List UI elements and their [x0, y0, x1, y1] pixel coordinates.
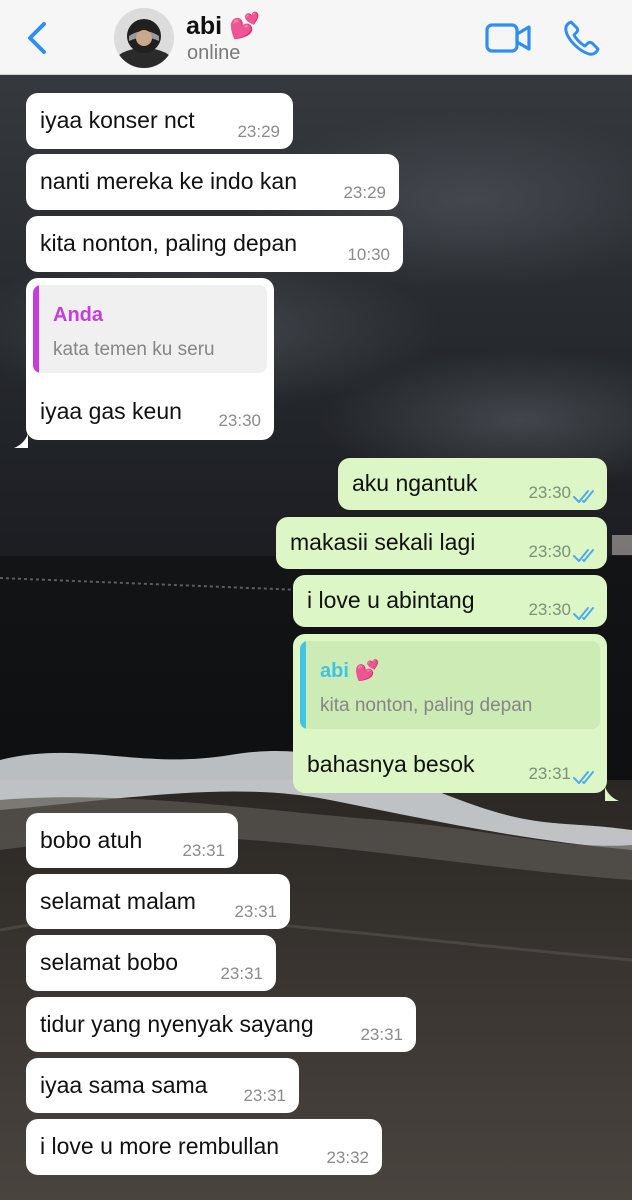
message-timestamp: 23:30	[528, 542, 571, 561]
incoming-message-bubble[interactable]: kita nonton, paling depan 10:30	[26, 216, 403, 272]
quoted-reply[interactable]: abi 💕 kita nonton, paling depan	[300, 641, 600, 729]
incoming-message-bubble[interactable]: i love u more rembullan 23:32	[26, 1119, 382, 1175]
contact-avatar[interactable]	[114, 8, 174, 68]
message-timestamp: 23:30	[218, 411, 261, 430]
message-text: makasii sekali lagi	[290, 529, 476, 555]
message-text: iyaa sama sama	[40, 1072, 208, 1098]
message-timestamp: 23:31	[360, 1025, 403, 1044]
incoming-message-bubble[interactable]: iyaa konser nct 23:29	[26, 93, 293, 149]
video-call-icon[interactable]	[484, 18, 532, 58]
message-text: bahasnya besok	[307, 751, 475, 777]
message-timestamp: 23:31	[182, 841, 225, 860]
quote-author: Anda	[53, 304, 103, 326]
message-text: selamat malam	[40, 888, 196, 914]
message-timestamp: 23:31	[243, 1086, 286, 1105]
message-timestamp: 23:31	[528, 764, 571, 783]
incoming-message-bubble[interactable]: selamat bobo 23:31	[26, 935, 276, 991]
chat-header: abi 💕 online	[0, 0, 632, 75]
message-text: iyaa gas keun	[40, 398, 182, 424]
quote-author: abi 💕	[320, 660, 380, 682]
phone-icon[interactable]	[562, 18, 602, 58]
message-timestamp: 23:30	[528, 600, 571, 619]
message-timestamp: 23:31	[234, 902, 277, 921]
back-chevron-icon[interactable]	[18, 18, 58, 58]
double-check-icon	[573, 541, 599, 562]
message-timestamp: 23:30	[528, 483, 571, 502]
message-timestamp: 23:32	[326, 1148, 369, 1167]
incoming-message-bubble[interactable]: selamat malam 23:31	[26, 874, 290, 929]
bubble-tail	[14, 426, 28, 448]
quoted-reply[interactable]: Anda kata temen ku seru	[33, 285, 267, 373]
incoming-message-bubble[interactable]: tidur yang nyenyak sayang 23:31	[26, 997, 416, 1052]
outgoing-message-bubble[interactable]: abi 💕 kita nonton, paling depan bahasnya b…	[293, 634, 619, 801]
message-timestamp: 23:29	[343, 183, 386, 202]
message-list: iyaa konser nct 23:29 nanti mereka ke indo…	[0, 0, 632, 1200]
message-text: i love u abintang	[307, 587, 475, 613]
message-text: tidur yang nyenyak sayang	[40, 1011, 314, 1037]
message-text: selamat bobo	[40, 949, 179, 975]
message-text: iyaa konser nct	[40, 107, 195, 133]
message-text: bobo atuh	[40, 827, 143, 853]
message-timestamp: 10:30	[347, 245, 390, 264]
message-text: i love u more rembullan	[40, 1133, 280, 1159]
message-text: kita nonton, paling depan	[40, 230, 298, 256]
message-timestamp: 23:31	[220, 964, 263, 983]
quote-text: kata temen ku seru	[53, 339, 215, 360]
quote-bar	[300, 641, 306, 729]
incoming-message-bubble[interactable]: bobo atuh 23:31	[26, 813, 238, 868]
outgoing-message-bubble[interactable]: i love u abintang 23:30	[293, 575, 607, 627]
double-check-icon	[573, 763, 599, 784]
incoming-message-bubble[interactable]: Anda kata temen ku seru iyaa gas keun 23:30	[14, 278, 274, 448]
bubble-tail	[605, 779, 619, 801]
quote-bar	[33, 285, 39, 373]
message-text: aku ngantuk	[352, 470, 478, 496]
contact-name[interactable]: abi 💕	[186, 12, 260, 41]
contact-status: online	[187, 42, 241, 64]
message-text: nanti mereka ke indo kan	[40, 168, 297, 194]
quote-text: kita nonton, paling depan	[320, 695, 533, 716]
message-timestamp: 23:29	[237, 122, 280, 141]
incoming-message-bubble[interactable]: nanti mereka ke indo kan 23:29	[26, 154, 399, 210]
double-check-icon	[573, 482, 599, 503]
double-check-icon	[573, 599, 599, 620]
outgoing-message-bubble[interactable]: aku ngantuk 23:30	[338, 458, 607, 510]
incoming-message-bubble[interactable]: iyaa sama sama 23:31	[26, 1058, 299, 1113]
outgoing-message-bubble[interactable]: makasii sekali lagi 23:30	[276, 517, 607, 569]
